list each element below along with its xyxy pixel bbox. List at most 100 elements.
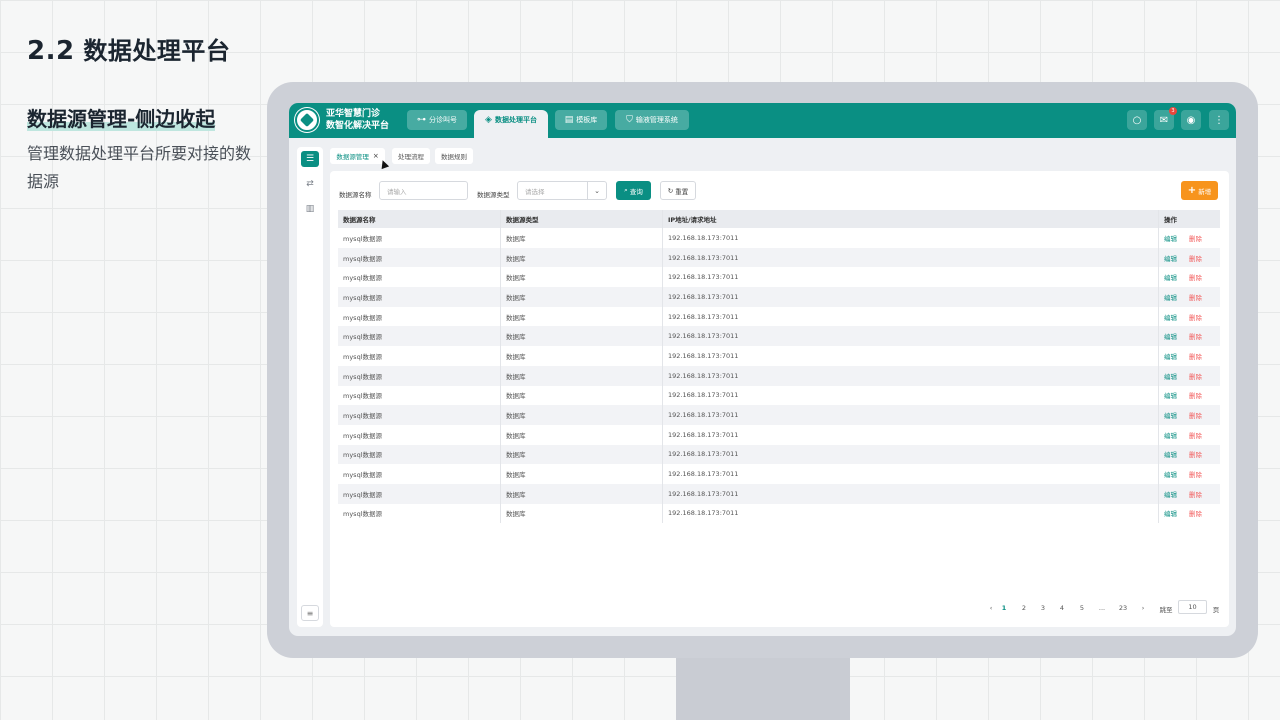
delete-link[interactable]: 删除 xyxy=(1189,489,1202,499)
main-panel: 数据源名称 请输入 数据源类型 请选择 ⌄ ⌕ 查询 ↻ 重置 + 新增 数据源… xyxy=(330,171,1229,627)
header-actions: 操作 xyxy=(1158,210,1220,228)
rail-item-flow[interactable]: ⇄ xyxy=(301,176,319,192)
table-row: mysql数据源 数据库 192.168.18.173:7011 编辑 删除 xyxy=(338,503,1220,524)
edit-link[interactable]: 编辑 xyxy=(1164,449,1177,459)
type-filter-label: 数据源类型 xyxy=(477,191,510,199)
delete-link[interactable]: 删除 xyxy=(1189,430,1202,440)
brand-line-2: 数智化解决平台 xyxy=(326,121,390,131)
rail-item-datasource[interactable]: ☰ xyxy=(301,151,319,167)
jump-input[interactable]: 10 xyxy=(1178,600,1207,614)
delete-link[interactable]: 删除 xyxy=(1189,253,1202,263)
edit-link[interactable]: 编辑 xyxy=(1164,508,1177,518)
delete-link[interactable]: 删除 xyxy=(1189,233,1202,243)
cell-ip: 192.168.18.173:7011 xyxy=(662,306,1158,327)
brand-name: 亚华智慧门诊 数智化解决平台 xyxy=(326,108,389,132)
add-button[interactable]: + 新增 xyxy=(1181,181,1218,200)
reset-button[interactable]: ↻ 重置 xyxy=(660,181,696,200)
delete-link[interactable]: 删除 xyxy=(1189,331,1202,341)
app-screen: 亚华智慧门诊 数智化解决平台 ⊶ 分诊叫号 ◈ 数据处理平台 ▤ 模板库 ⛉ 输… xyxy=(289,103,1236,636)
type-filter-select[interactable]: 请选择 ⌄ xyxy=(517,181,607,200)
cell-type: 数据库 xyxy=(500,247,662,268)
page-last[interactable]: 23 xyxy=(1115,604,1131,612)
page-2[interactable]: 2 xyxy=(1018,604,1030,612)
monitor-frame: 亚华智慧门诊 数智化解决平台 ⊶ 分诊叫号 ◈ 数据处理平台 ▤ 模板库 ⛉ 输… xyxy=(267,82,1258,658)
cell-actions: 编辑 删除 xyxy=(1158,287,1220,307)
brand-line-1: 亚华智慧门诊 xyxy=(326,109,381,119)
cell-actions: 编辑 删除 xyxy=(1158,306,1220,327)
header-name: 数据源名称 xyxy=(343,216,376,224)
edit-link[interactable]: 编辑 xyxy=(1164,292,1177,302)
edit-link[interactable]: 编辑 xyxy=(1164,371,1177,381)
edit-link[interactable]: 编辑 xyxy=(1164,233,1177,243)
cell-ip: 192.168.18.173:7011 xyxy=(662,483,1158,504)
plus-icon: + xyxy=(1187,185,1197,196)
nav-triage-button[interactable]: ⊶ 分诊叫号 xyxy=(407,110,467,130)
delete-link[interactable]: 删除 xyxy=(1189,272,1202,282)
table-row: mysql数据源 数据库 192.168.18.173:7011 编辑 删除 xyxy=(338,365,1220,386)
more-button[interactable]: ⋮ xyxy=(1209,110,1229,130)
close-icon[interactable]: × xyxy=(373,152,379,160)
edit-link[interactable]: 编辑 xyxy=(1164,390,1177,400)
side-rail: ☰ ⇄ ▥ ≡ xyxy=(297,147,323,627)
nav-infusion-label: 输液管理系统 xyxy=(635,116,678,124)
nav-template-button[interactable]: ▤ 模板库 xyxy=(555,110,607,130)
delete-link[interactable]: 删除 xyxy=(1189,312,1202,322)
edit-link[interactable]: 编辑 xyxy=(1164,430,1177,440)
edit-link[interactable]: 编辑 xyxy=(1164,331,1177,341)
edit-link[interactable]: 编辑 xyxy=(1164,489,1177,499)
table-row: mysql数据源 数据库 192.168.18.173:7011 编辑 删除 xyxy=(338,247,1220,268)
page-1[interactable]: 1 xyxy=(998,604,1010,612)
delete-link[interactable]: 删除 xyxy=(1189,371,1202,381)
delete-link[interactable]: 删除 xyxy=(1189,390,1202,400)
cell-ip: 192.168.18.173:7011 xyxy=(662,405,1158,425)
cell-name: mysql数据源 xyxy=(343,333,382,342)
datasource-table: 数据源名称 数据源类型 IP地址/请求地址 操作 mysql数据源 数据库 192.… xyxy=(338,210,1220,524)
cell-type: 数据库 xyxy=(500,385,662,406)
cell-name: mysql数据源 xyxy=(343,451,382,460)
rail-item-rules[interactable]: ▥ xyxy=(301,201,319,217)
cell-actions: 编辑 删除 xyxy=(1158,405,1220,425)
name-filter-input[interactable]: 请输入 xyxy=(379,181,468,200)
delete-link[interactable]: 删除 xyxy=(1189,410,1202,420)
cell-name: mysql数据源 xyxy=(343,471,382,480)
delete-link[interactable]: 删除 xyxy=(1189,469,1202,479)
page-3[interactable]: 3 xyxy=(1037,604,1049,612)
table-row: mysql数据源 数据库 192.168.18.173:7011 编辑 删除 xyxy=(338,306,1220,327)
edit-link[interactable]: 编辑 xyxy=(1164,410,1177,420)
tab-rules[interactable]: 数据规则 xyxy=(435,148,473,164)
page-5[interactable]: 5 xyxy=(1076,604,1088,612)
delete-link[interactable]: 删除 xyxy=(1189,449,1202,459)
section-heading: 数据源管理-侧边收起 xyxy=(27,103,216,132)
delete-link[interactable]: 删除 xyxy=(1189,351,1202,361)
table-row: mysql数据源 数据库 192.168.18.173:7011 编辑 删除 xyxy=(338,444,1220,465)
edit-link[interactable]: 编辑 xyxy=(1164,312,1177,322)
expand-sidebar-button[interactable]: ≡ xyxy=(301,605,319,621)
cell-ip: 192.168.18.173:7011 xyxy=(662,287,1158,307)
header-ip: IP地址/请求地址 xyxy=(662,210,1158,228)
edit-link[interactable]: 编辑 xyxy=(1164,253,1177,263)
table-row: mysql数据源 数据库 192.168.18.173:7011 编辑 删除 xyxy=(338,405,1220,425)
nav-template-label: 模板库 xyxy=(576,116,598,124)
messages-button[interactable]: ✉ 3 xyxy=(1154,107,1177,130)
tab-flow[interactable]: 处理流程 xyxy=(392,148,430,164)
cell-type: 数据库 xyxy=(500,306,662,327)
tab-datasource[interactable]: 数据源管理 × xyxy=(330,148,385,164)
cell-name: mysql数据源 xyxy=(343,313,382,322)
cell-actions: 编辑 删除 xyxy=(1158,247,1220,268)
nav-data-platform-tab[interactable]: ◈ 数据处理平台 xyxy=(474,110,548,138)
user-button[interactable]: ◉ xyxy=(1181,110,1201,130)
cell-type: 数据库 xyxy=(500,503,662,524)
search-button[interactable]: ○ xyxy=(1127,110,1147,130)
query-button[interactable]: ⌕ 查询 xyxy=(616,181,651,200)
delete-link[interactable]: 删除 xyxy=(1189,292,1202,302)
delete-link[interactable]: 删除 xyxy=(1189,508,1202,518)
next-page-button[interactable]: › xyxy=(1137,604,1149,612)
nav-infusion-button[interactable]: ⛉ 输液管理系统 xyxy=(615,110,689,130)
cell-name: mysql数据源 xyxy=(343,412,382,421)
prev-page-button[interactable]: ‹ xyxy=(985,604,997,612)
page-4[interactable]: 4 xyxy=(1056,604,1068,612)
edit-link[interactable]: 编辑 xyxy=(1164,272,1177,282)
edit-link[interactable]: 编辑 xyxy=(1164,469,1177,479)
cell-type: 数据库 xyxy=(500,424,662,445)
edit-link[interactable]: 编辑 xyxy=(1164,351,1177,361)
